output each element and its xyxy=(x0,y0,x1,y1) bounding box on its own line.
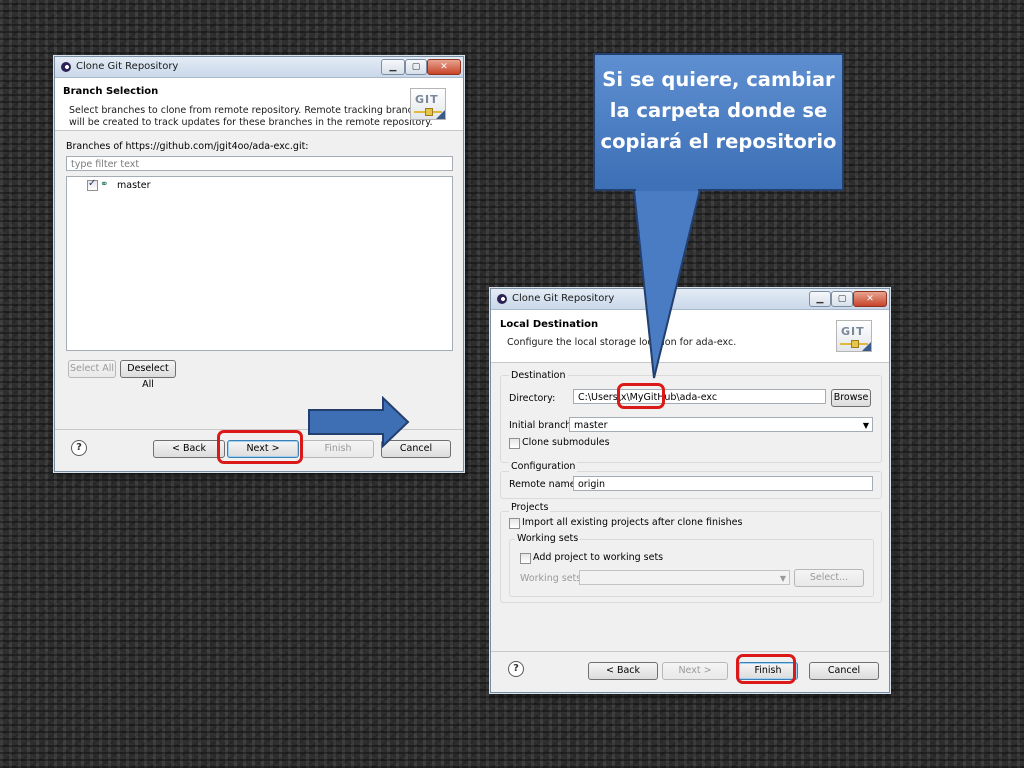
projects-group-title: Projects xyxy=(509,502,551,513)
working-sets-group xyxy=(509,539,874,597)
help-icon[interactable]: ? xyxy=(71,440,87,456)
eclipse-icon xyxy=(61,62,71,72)
git-logo-text: GIT xyxy=(415,93,439,106)
filter-input[interactable]: type filter text xyxy=(66,156,453,171)
import-projects-checkbox[interactable] xyxy=(509,518,520,529)
finish-highlight-ring xyxy=(736,654,796,684)
callout-line: la carpeta donde se xyxy=(609,99,828,122)
working-sets-select[interactable]: ▼ xyxy=(579,570,790,585)
select-working-sets-button[interactable]: Select... xyxy=(794,569,864,587)
git-logo-icon: GIT xyxy=(410,88,446,120)
page-title: Branch Selection xyxy=(63,86,159,97)
destination-group-title: Destination xyxy=(509,370,568,381)
clone-submodules-label: Clone submodules xyxy=(522,437,610,448)
help-icon[interactable]: ? xyxy=(508,661,524,677)
separator xyxy=(491,651,889,652)
git-logo-text: GIT xyxy=(841,325,865,338)
git-logo-knob xyxy=(851,340,859,348)
dropdown-arrow-icon: ▼ xyxy=(779,574,786,583)
page-title: Local Destination xyxy=(500,319,599,330)
callout-seam xyxy=(636,185,698,191)
callout-box: Si se quiere, cambiar la carpeta donde s… xyxy=(593,53,844,191)
close-button[interactable]: ✕ xyxy=(853,291,887,307)
right-arrow xyxy=(308,396,410,448)
select-all-button[interactable]: Select All xyxy=(68,360,116,378)
branch-icon: ⚭ xyxy=(100,179,109,190)
maximize-button[interactable]: ▢ xyxy=(831,291,853,307)
remote-name-input[interactable]: origin xyxy=(573,476,873,491)
window-title: Clone Git Repository xyxy=(512,293,615,304)
add-to-working-sets-label: Add project to working sets xyxy=(533,552,664,563)
back-button[interactable]: < Back xyxy=(153,440,225,458)
initial-branch-label: Initial branch: xyxy=(509,420,575,431)
dialog-header: Branch Selection Select branches to clon… xyxy=(55,78,463,131)
git-logo-icon: GIT xyxy=(836,320,872,352)
minimize-button[interactable]: ▁ xyxy=(381,59,405,75)
branch-name: master xyxy=(117,180,151,191)
directory-label: Directory: xyxy=(509,393,556,404)
minimize-button[interactable]: ▁ xyxy=(809,291,831,307)
branch-checkbox[interactable] xyxy=(87,178,98,191)
clone-submodules-checkbox[interactable] xyxy=(509,438,520,449)
description-line: will be created to track updates for the… xyxy=(69,117,433,128)
git-logo-knob xyxy=(425,108,433,116)
maximize-button[interactable]: ▢ xyxy=(405,59,427,75)
directory-input[interactable]: C:\Users\x\MyGitHub\ada-exc xyxy=(573,389,826,404)
back-button[interactable]: < Back xyxy=(588,662,658,680)
git-logo-corner xyxy=(436,110,445,119)
dropdown-arrow-icon: ▼ xyxy=(862,421,869,430)
branch-tree[interactable]: ⚭ master xyxy=(66,176,453,351)
callout-line: copiará el repositorio xyxy=(600,130,837,153)
description-line: Select branches to clone from remote rep… xyxy=(69,105,430,116)
next-highlight-ring xyxy=(217,430,303,464)
initial-branch-select[interactable]: master ▼ xyxy=(569,417,873,432)
callout-pointer xyxy=(632,189,702,379)
working-sets-group-title: Working sets xyxy=(515,533,581,544)
cancel-button[interactable]: Cancel xyxy=(809,662,879,680)
git-logo-corner xyxy=(862,342,871,351)
right-arrow-shape xyxy=(308,396,410,448)
branches-label: Branches of https://github.com/jgit4oo/a… xyxy=(66,141,309,152)
eclipse-icon xyxy=(497,294,507,304)
page-description: Select branches to clone from remote rep… xyxy=(69,105,433,129)
remote-name-label: Remote name: xyxy=(509,479,579,490)
title-bar[interactable]: Clone Git Repository ▁ ▢ ✕ xyxy=(55,57,463,78)
close-button[interactable]: ✕ xyxy=(427,59,461,75)
window-title: Clone Git Repository xyxy=(76,61,179,72)
browse-button[interactable]: Browse xyxy=(831,389,871,407)
next-button[interactable]: Next > xyxy=(662,662,728,680)
branch-row[interactable]: ⚭ master xyxy=(87,178,287,193)
configuration-group-title: Configuration xyxy=(509,461,578,472)
initial-branch-value: master xyxy=(574,420,608,431)
add-to-working-sets-checkbox[interactable] xyxy=(520,553,531,564)
callout-pointer-shape xyxy=(632,189,702,379)
deselect-all-button[interactable]: Deselect All xyxy=(120,360,176,390)
import-projects-label: Import all existing projects after clone… xyxy=(522,517,743,528)
working-sets-label: Working sets: xyxy=(520,573,585,584)
callout-line: Si se quiere, cambiar xyxy=(602,68,835,91)
